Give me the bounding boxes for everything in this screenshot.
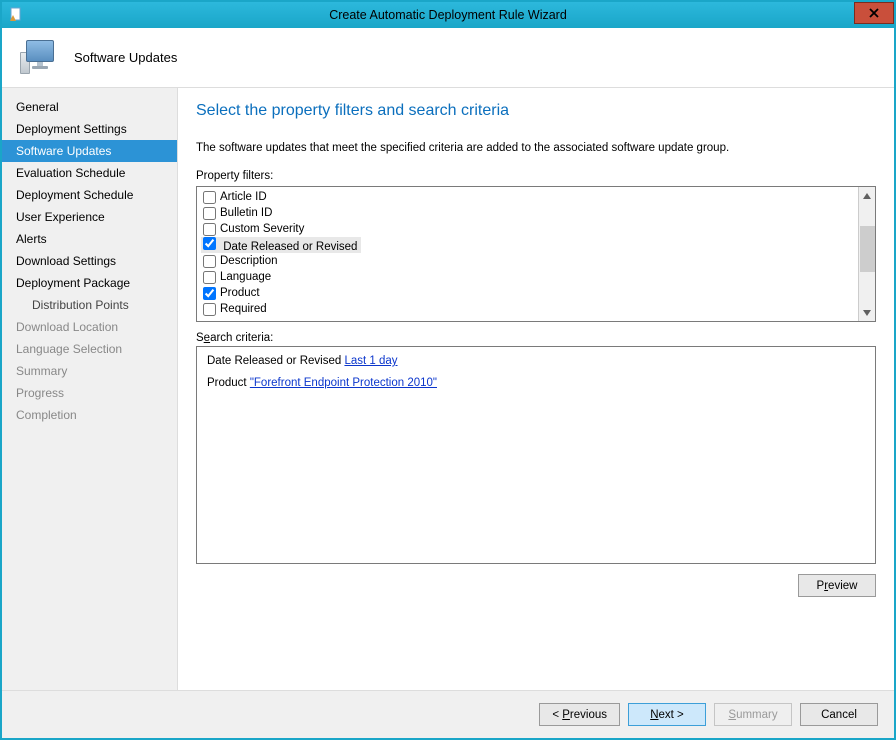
summary-button: Summary: [714, 703, 792, 726]
filter-label: Bulletin ID: [220, 207, 272, 219]
preview-row: Preview: [196, 564, 876, 597]
nav-distribution-points[interactable]: Distribution Points: [2, 294, 177, 316]
nav-deployment-package[interactable]: Deployment Package: [2, 272, 177, 294]
filter-language-checkbox[interactable]: [203, 271, 216, 284]
filter-label: Date Released or Revised: [223, 241, 357, 253]
nav-language-selection[interactable]: Language Selection: [2, 338, 177, 360]
page-heading: Select the property filters and search c…: [196, 102, 876, 120]
filter-article-id[interactable]: Article ID: [201, 189, 854, 205]
header-label: Software Updates: [74, 50, 177, 65]
filter-bulletin-id-checkbox[interactable]: [203, 207, 216, 220]
header-strip: Software Updates: [2, 28, 894, 88]
titlebar: Create Automatic Deployment Rule Wizard: [2, 2, 894, 28]
filter-required[interactable]: Required: [201, 301, 854, 317]
nav-summary[interactable]: Summary: [2, 360, 177, 382]
window-title: Create Automatic Deployment Rule Wizard: [2, 8, 894, 22]
close-icon: [869, 5, 879, 21]
close-button[interactable]: [854, 2, 894, 24]
wizard-footer: < Previous Next > Summary Cancel: [2, 690, 894, 738]
nav-download-location[interactable]: Download Location: [2, 316, 177, 338]
filter-date-released[interactable]: Date Released or Revised: [201, 237, 361, 253]
criteria-product-line: Product "Forefront Endpoint Protection 2…: [207, 377, 865, 389]
nav-completion[interactable]: Completion: [2, 404, 177, 426]
property-filters-label: Property filters:: [196, 170, 876, 182]
page-description: The software updates that meet the speci…: [196, 142, 876, 154]
criteria-date-prefix: Date Released or Revised: [207, 355, 344, 367]
criteria-date-link[interactable]: Last 1 day: [344, 355, 397, 367]
nav-alerts[interactable]: Alerts: [2, 228, 177, 250]
nav-progress[interactable]: Progress: [2, 382, 177, 404]
scroll-up-icon[interactable]: [860, 187, 875, 204]
scroll-thumb[interactable]: [860, 226, 875, 272]
filter-required-checkbox[interactable]: [203, 303, 216, 316]
filter-language[interactable]: Language: [201, 269, 854, 285]
filter-description[interactable]: Description: [201, 253, 854, 269]
criteria-underline: Search criteria:: [196, 332, 273, 344]
main-panel: Select the property filters and search c…: [178, 88, 894, 690]
next-button[interactable]: Next >: [628, 703, 706, 726]
nav-user-experience[interactable]: User Experience: [2, 206, 177, 228]
filter-custom-severity-checkbox[interactable]: [203, 223, 216, 236]
criteria-date-line: Date Released or Revised Last 1 day: [207, 355, 865, 367]
filter-article-id-checkbox[interactable]: [203, 191, 216, 204]
cancel-button[interactable]: Cancel: [800, 703, 878, 726]
nav-deployment-schedule[interactable]: Deployment Schedule: [2, 184, 177, 206]
nav-software-updates[interactable]: Software Updates: [2, 140, 177, 162]
nav-deployment-settings[interactable]: Deployment Settings: [2, 118, 177, 140]
criteria-product-prefix: Product: [207, 377, 250, 389]
scroll-down-icon[interactable]: [860, 304, 875, 321]
computer-icon: [20, 38, 60, 78]
nav-general[interactable]: General: [2, 96, 177, 118]
nav-evaluation-schedule[interactable]: Evaluation Schedule: [2, 162, 177, 184]
filter-label: Language: [220, 271, 271, 283]
filter-bulletin-id[interactable]: Bulletin ID: [201, 205, 854, 221]
filter-date-released-checkbox[interactable]: [203, 237, 216, 250]
search-criteria-box: Date Released or Revised Last 1 day Prod…: [196, 346, 876, 564]
filter-label: Description: [220, 255, 278, 267]
filter-custom-severity[interactable]: Custom Severity: [201, 221, 854, 237]
previous-button[interactable]: < Previous: [539, 703, 620, 726]
filter-label: Custom Severity: [220, 223, 304, 235]
filter-label: Product: [220, 287, 260, 299]
property-filters-box: Article ID Bulletin ID Custom Severity: [196, 186, 876, 322]
filter-product-checkbox[interactable]: [203, 287, 216, 300]
search-criteria-label: Search criteria:: [196, 332, 876, 344]
preview-button[interactable]: Preview: [798, 574, 876, 597]
property-filters-list[interactable]: Article ID Bulletin ID Custom Severity: [197, 187, 858, 321]
filter-label: Article ID: [220, 191, 267, 203]
app-icon: [8, 7, 24, 23]
sidebar: General Deployment Settings Software Upd…: [2, 88, 178, 690]
filter-label: Required: [220, 303, 267, 315]
filter-description-checkbox[interactable]: [203, 255, 216, 268]
wizard-body: General Deployment Settings Software Upd…: [2, 88, 894, 690]
filter-product[interactable]: Product: [201, 285, 854, 301]
criteria-product-link[interactable]: "Forefront Endpoint Protection 2010": [250, 377, 437, 389]
wizard-window: Create Automatic Deployment Rule Wizard …: [0, 0, 896, 740]
nav-download-settings[interactable]: Download Settings: [2, 250, 177, 272]
property-scrollbar[interactable]: [858, 187, 875, 321]
